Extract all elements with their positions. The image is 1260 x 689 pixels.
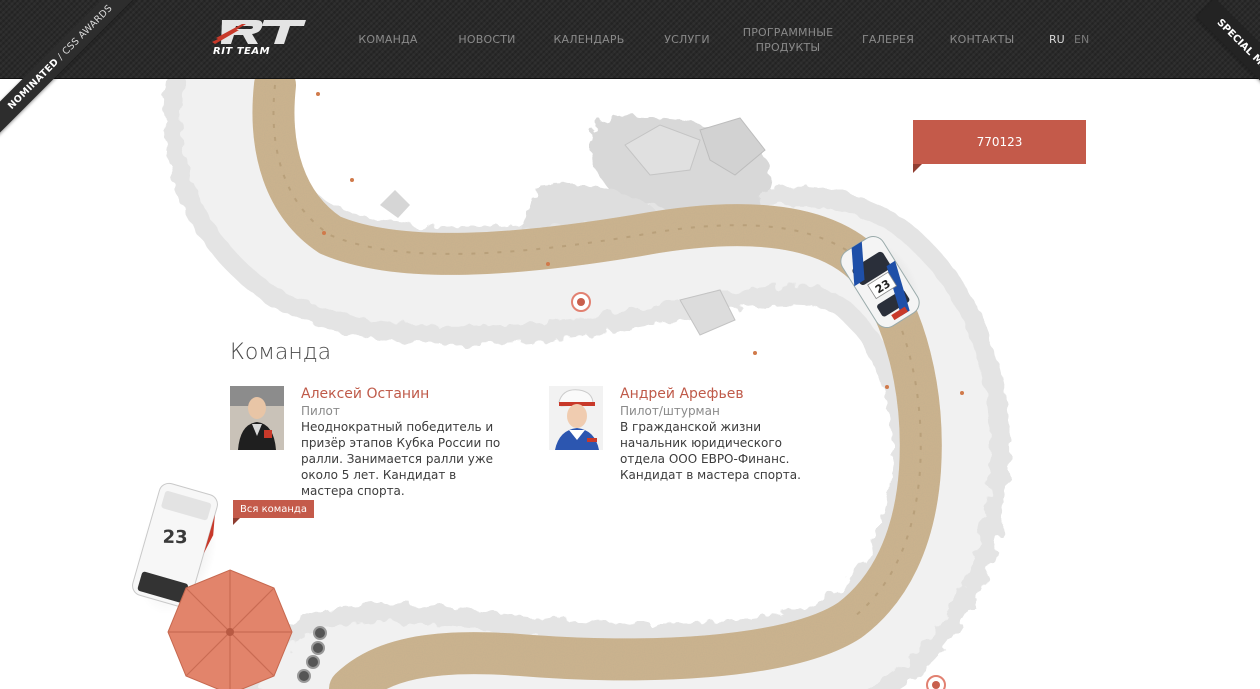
team-section-title: Команда — [230, 340, 332, 365]
orange-umbrella — [167, 569, 293, 689]
member-description: Неоднократный победитель и призёр этапов… — [301, 420, 501, 498]
rt-logo-mark — [212, 20, 306, 44]
nav-item-software[interactable]: ПРОГРАММНЫЕ ПРОДУКТЫ — [742, 0, 834, 79]
member-photo-avatar — [549, 386, 603, 450]
member-role: Пилот/штурман — [620, 404, 720, 418]
van-number: 23 — [162, 527, 187, 548]
nav-item-team[interactable]: КОМАНДА — [352, 0, 424, 79]
track-illustration: 23 23 — [132, 79, 1010, 689]
nav-item-calendar[interactable]: КАЛЕНДАРЬ — [550, 0, 628, 79]
lang-ru-link[interactable]: RU — [1049, 33, 1065, 46]
member-role: Пилот — [301, 404, 340, 418]
nav-item-contacts[interactable]: КОНТАКТЫ — [947, 0, 1017, 79]
counter-value: 770123 — [976, 135, 1023, 149]
member-photo[interactable] — [549, 386, 603, 450]
member-photo-avatar — [230, 386, 284, 450]
member-description: В гражданской жизни начальник юридическо… — [620, 420, 801, 482]
lang-en-link[interactable]: EN — [1074, 33, 1089, 46]
all-team-button[interactable]: Вся команда — [233, 500, 314, 518]
counter-badge: 770123 — [913, 120, 1086, 164]
track-point-marker[interactable] — [571, 292, 591, 312]
site-logo[interactable]: RIT TEAM — [212, 18, 312, 62]
nav-item-services[interactable]: УСЛУГИ — [657, 0, 717, 79]
track-point-marker[interactable] — [926, 675, 946, 689]
member-name[interactable]: Алексей Останин — [301, 386, 429, 402]
rally-track-scene: 23 23 — [0, 79, 1260, 689]
nav-item-gallery[interactable]: ГАЛЕРЕЯ — [858, 0, 918, 79]
site-header: RIT TEAM КОМАНДА НОВОСТИ КАЛЕНДАРЬ УСЛУГ… — [0, 0, 1260, 79]
logo-text: RIT TEAM — [213, 46, 271, 57]
all-team-button-tail — [233, 518, 240, 525]
member-photo[interactable] — [230, 386, 284, 450]
nav-item-news[interactable]: НОВОСТИ — [453, 0, 521, 79]
badge-tail — [913, 164, 922, 173]
member-name[interactable]: Андрей Арефьев — [620, 386, 744, 402]
